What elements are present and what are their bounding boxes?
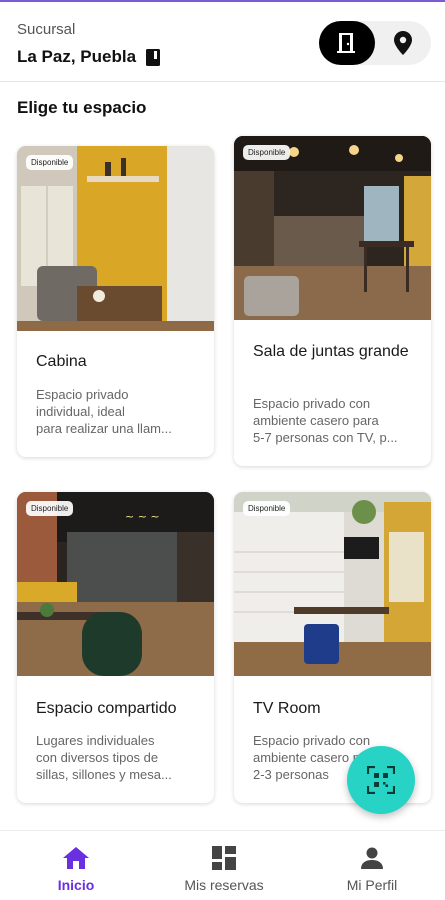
bottom-navigation: Inicio Mis reservas Mi Perfil — [0, 830, 445, 900]
door-toggle-button[interactable] — [319, 21, 375, 65]
space-photo: ~ ~ ~ — [17, 492, 214, 676]
space-card-espacio-compartido[interactable]: ~ ~ ~ Disponible Espacio compartido Luga… — [17, 492, 214, 803]
nav-item-mis-reservas[interactable]: Mis reservas — [172, 831, 276, 900]
door-icon — [337, 33, 355, 53]
home-icon — [63, 847, 89, 869]
svg-text:~ ~ ~: ~ ~ ~ — [125, 510, 160, 523]
space-photo — [234, 492, 431, 676]
availability-badge: Disponible — [243, 145, 291, 160]
branch-caption: Sucursal — [17, 21, 76, 38]
space-name: Sala de juntas grande — [253, 343, 409, 360]
space-name: Espacio compartido — [36, 700, 177, 717]
nav-item-inicio[interactable]: Inicio — [36, 831, 116, 900]
location-toggle-button[interactable] — [375, 21, 431, 65]
availability-badge: Disponible — [26, 501, 74, 516]
book-icon — [146, 48, 161, 66]
space-description: Espacio privado individual, ideal para r… — [36, 387, 172, 436]
person-icon — [361, 847, 383, 869]
space-name: Cabina — [36, 353, 87, 370]
space-description: Lugares individuales con diversos tipos … — [36, 733, 172, 782]
nav-item-mi-perfil[interactable]: Mi Perfil — [330, 831, 414, 900]
app-header: Sucursal La Paz, Puebla — [0, 2, 445, 82]
qr-scan-icon — [367, 766, 395, 794]
space-photo — [234, 136, 431, 320]
location-pin-icon — [394, 31, 412, 55]
section-title: Elige tu espacio — [17, 98, 147, 117]
space-description: Espacio privado con ambiente casero para… — [253, 396, 398, 445]
space-name: TV Room — [253, 700, 321, 717]
space-card-sala-de-juntas[interactable]: Disponible Sala de juntas grande Espacio… — [234, 136, 431, 466]
qr-scan-button[interactable] — [347, 746, 415, 814]
mode-toggle — [319, 21, 431, 65]
availability-badge: Disponible — [243, 501, 291, 516]
availability-badge: Disponible — [26, 155, 74, 170]
nav-label: Inicio — [57, 877, 95, 893]
dashboard-icon — [212, 846, 236, 870]
space-card-cabina[interactable]: Disponible Cabina Espacio privado indivi… — [17, 146, 214, 457]
branch-name: La Paz, Puebla — [17, 47, 137, 66]
branch-selector[interactable]: La Paz, Puebla — [17, 47, 161, 67]
nav-label: Mi Perfil — [346, 877, 398, 893]
nav-label: Mis reservas — [184, 877, 264, 893]
space-photo — [17, 146, 214, 331]
